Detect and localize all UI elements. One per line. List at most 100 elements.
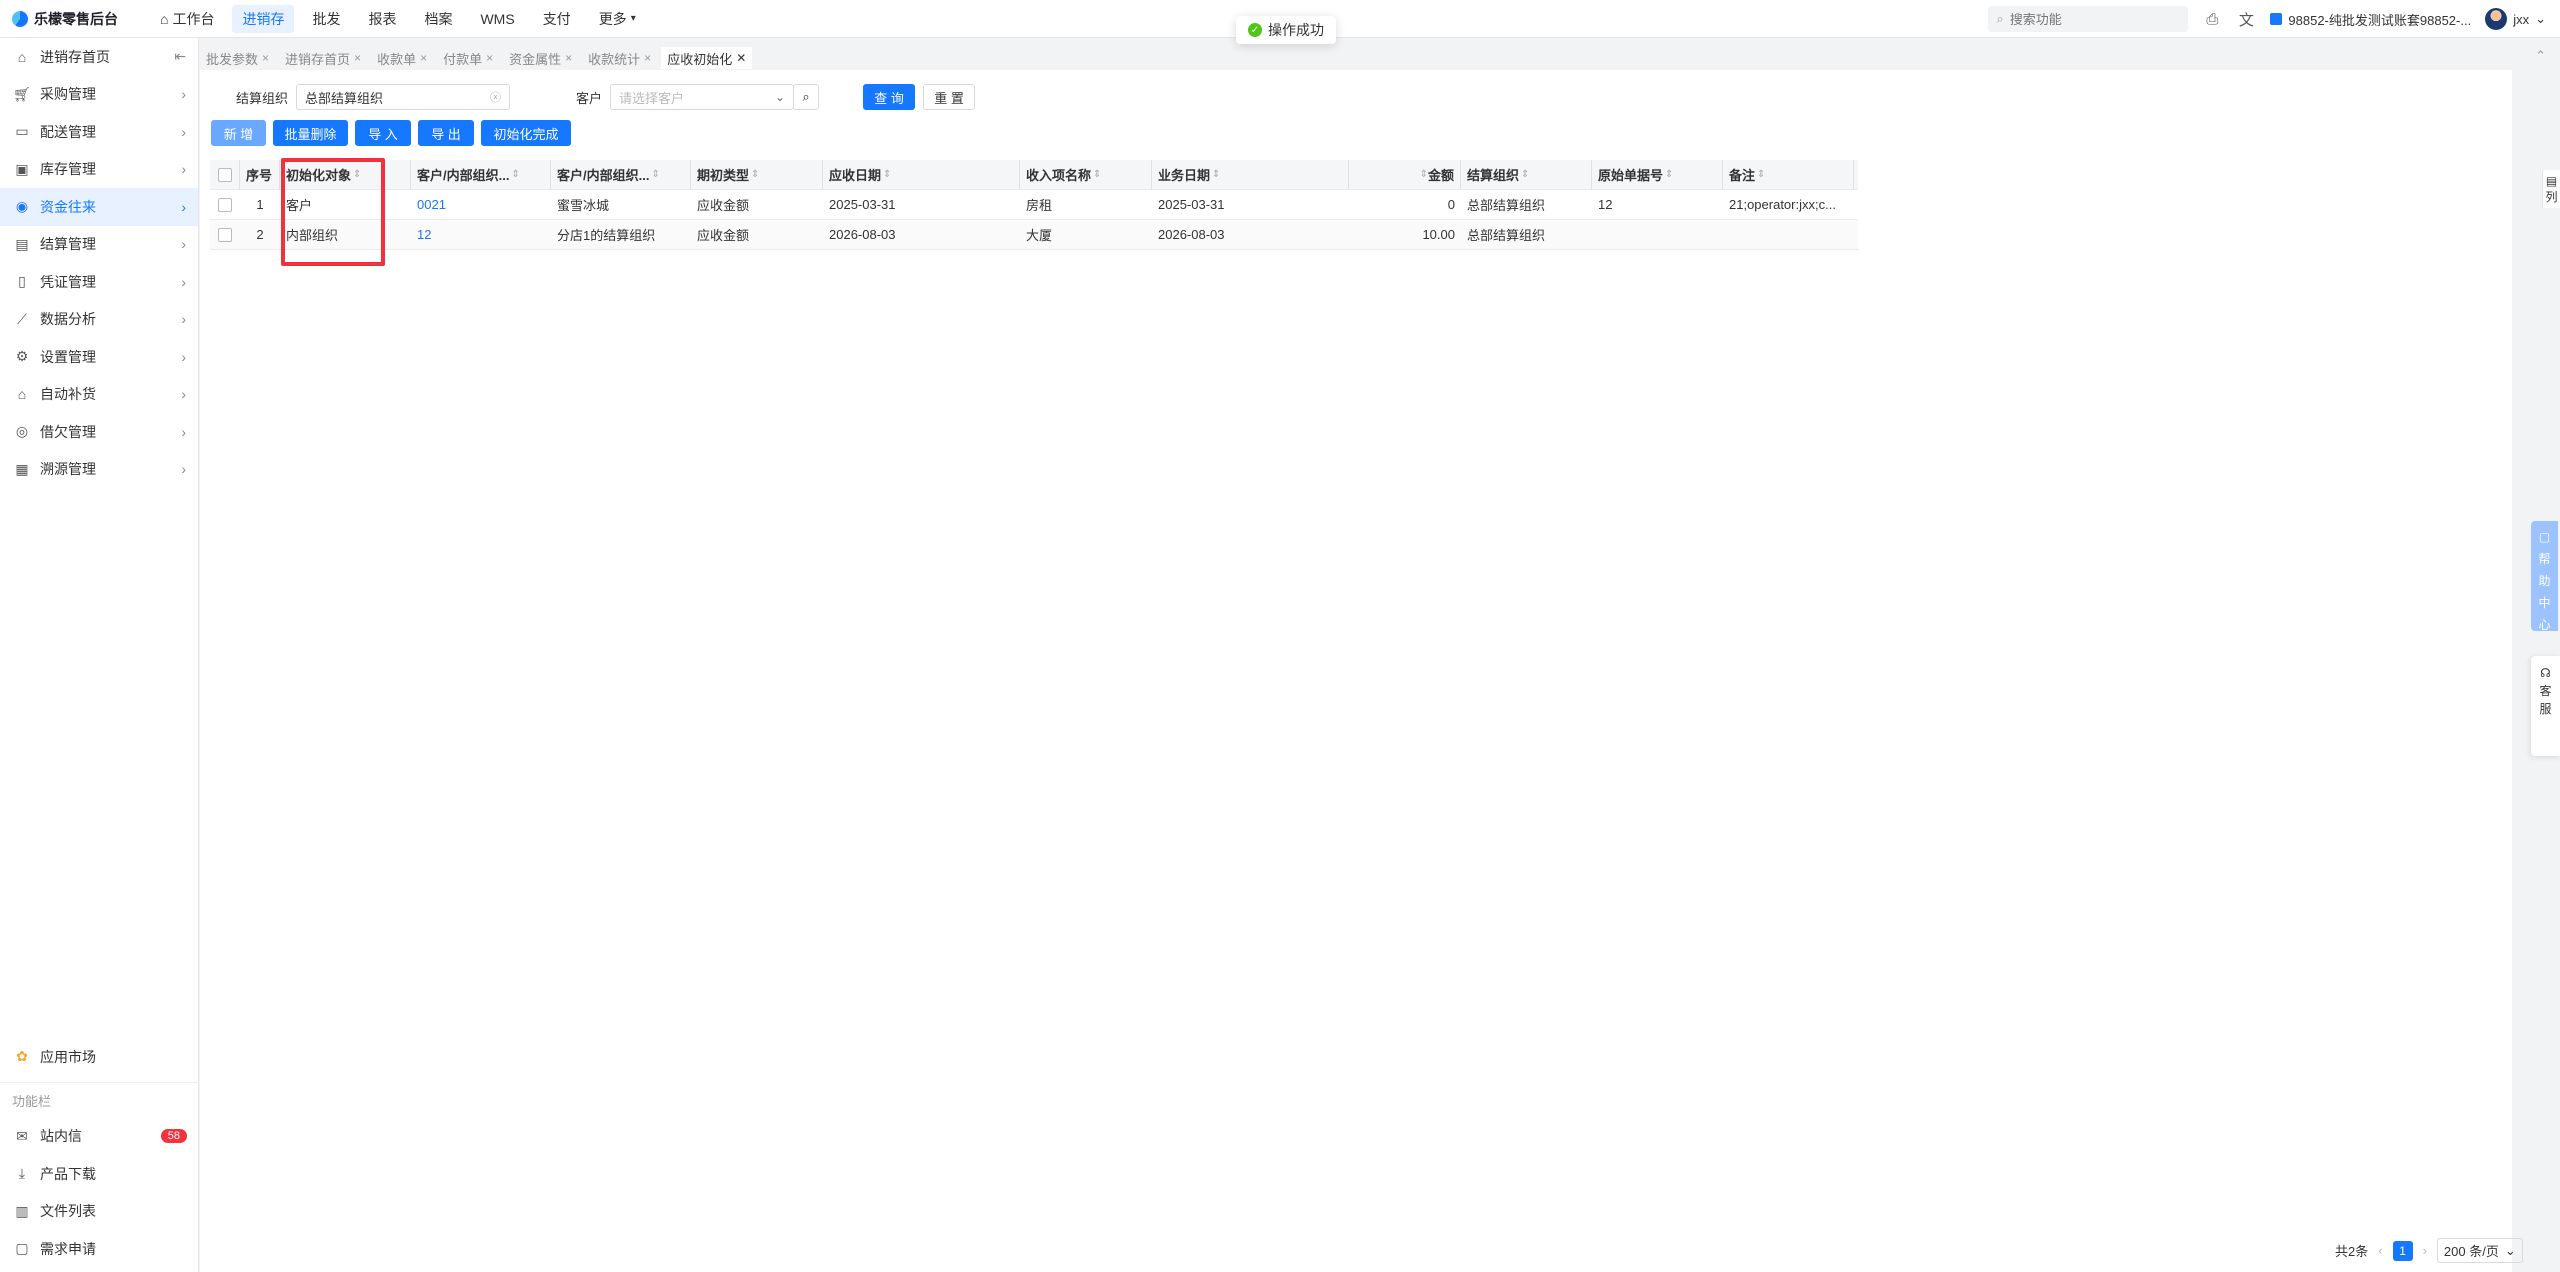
close-icon[interactable]: × bbox=[420, 51, 427, 65]
reset-button[interactable]: 重 置 bbox=[923, 84, 976, 110]
close-icon[interactable]: × bbox=[644, 51, 651, 65]
customer-filter-select[interactable]: 请选择客户 ⌄ bbox=[610, 84, 795, 110]
col-header-init-object[interactable]: 初始化对象 ⇕ bbox=[280, 160, 411, 189]
prev-page-icon[interactable]: ‹ bbox=[2378, 1243, 2382, 1258]
cell-customer-code-link[interactable]: 0021 bbox=[411, 190, 551, 219]
col-header-business-date[interactable]: 业务日期 ⇕ bbox=[1152, 160, 1349, 189]
nav-inventory[interactable]: 进销存 bbox=[232, 4, 295, 33]
translate-icon[interactable]: 文 bbox=[2236, 9, 2256, 29]
org-filter-select[interactable]: 总部结算组织 ⓧ bbox=[296, 84, 511, 110]
export-button[interactable]: 导 出 bbox=[418, 120, 474, 146]
sidebar-item-requests[interactable]: ▢ 需求申请 bbox=[0, 1230, 199, 1268]
help-center-button[interactable]: ▢ 帮 助 中 心 bbox=[2531, 521, 2558, 632]
pagination: 共2条 ‹ 1 › 200 条/页 ⌄ bbox=[2335, 1238, 2523, 1263]
app-logo[interactable]: 乐檬零售后台 bbox=[0, 9, 140, 29]
nav-archive[interactable]: 档案 bbox=[414, 5, 462, 33]
row-checkbox[interactable] bbox=[218, 227, 232, 242]
column-settings-button[interactable]: ▤ 列 bbox=[2542, 170, 2560, 208]
table-row[interactable]: 1 客户 0021 蜜雪冰城 应收金额 2025-03-31 房租 2025-0… bbox=[210, 190, 1858, 220]
import-button[interactable]: 导 入 bbox=[355, 120, 411, 146]
close-icon[interactable]: × bbox=[354, 51, 361, 65]
col-header-income-item[interactable]: 收入项名称 ⇕ bbox=[1020, 160, 1152, 189]
tab-receipts[interactable]: 收款单 × bbox=[371, 47, 434, 69]
sidebar-item-funds[interactable]: ◉ 资金往来 › bbox=[0, 188, 198, 226]
sidebar-item-analytics[interactable]: ⟋ 数据分析 › bbox=[0, 301, 198, 339]
col-header-settlement-org[interactable]: 结算组织 ⇕ bbox=[1461, 160, 1592, 189]
sort-icon[interactable]: ⇕ bbox=[511, 169, 519, 180]
sort-icon[interactable]: ⇕ bbox=[1420, 169, 1428, 180]
col-header-customer-code[interactable]: 客户/内部组织... ⇕ bbox=[411, 160, 551, 189]
sidebar-item-app-market[interactable]: ✿ 应用市场 bbox=[0, 1038, 199, 1076]
chevron-right-icon: › bbox=[181, 311, 186, 328]
sidebar-item-downloads[interactable]: ⤓ 产品下载 bbox=[0, 1155, 199, 1193]
sidebar-item-debt[interactable]: ◎ 借欠管理 › bbox=[0, 413, 198, 451]
function-search[interactable]: ⌕ bbox=[1988, 6, 2189, 32]
sidebar-item-messages[interactable]: ✉ 站内信 58 bbox=[0, 1118, 199, 1156]
sort-icon[interactable]: ⇕ bbox=[751, 169, 759, 180]
close-icon[interactable]: × bbox=[565, 51, 572, 65]
query-button[interactable]: 查 询 bbox=[863, 84, 916, 110]
sidebar-item-purchase[interactable]: 🛒︎ 采购管理 › bbox=[0, 76, 198, 114]
add-button[interactable]: 新 增 bbox=[211, 120, 266, 146]
sort-icon[interactable]: ⇕ bbox=[1665, 169, 1673, 180]
collapse-sidebar-icon[interactable]: ⇤ bbox=[174, 48, 186, 65]
batch-delete-button[interactable]: 批量删除 bbox=[273, 120, 348, 146]
cell-customer-code-link[interactable]: 12 bbox=[411, 220, 551, 249]
col-header-customer-name[interactable]: 客户/内部组织... ⇕ bbox=[551, 160, 691, 189]
sidebar-item-files[interactable]: ▥ 文件列表 bbox=[0, 1193, 199, 1231]
next-page-icon[interactable]: › bbox=[2423, 1243, 2427, 1258]
tab-payments[interactable]: 付款单 × bbox=[437, 47, 500, 69]
cell-receivable-date: 2026-08-03 bbox=[829, 227, 896, 242]
tab-receipt-stats[interactable]: 收款统计 × bbox=[582, 47, 658, 69]
col-header-initial-type[interactable]: 期初类型 ⇕ bbox=[691, 160, 823, 189]
sort-icon[interactable]: ⇕ bbox=[883, 169, 891, 180]
sort-icon[interactable]: ⇕ bbox=[1521, 169, 1529, 180]
page-size-select[interactable]: 200 条/页 ⌄ bbox=[2436, 1238, 2523, 1263]
sidebar-item-inventory-home[interactable]: ⌂ 进销存首页 ⇤ bbox=[0, 38, 198, 76]
close-icon[interactable]: × bbox=[486, 51, 493, 65]
tab-receivable-init[interactable]: 应收初始化 ✕ bbox=[661, 47, 753, 69]
nav-reports[interactable]: 报表 bbox=[358, 5, 406, 33]
col-header-amount[interactable]: ⇕ 金额 bbox=[1349, 160, 1461, 189]
nav-wholesale[interactable]: 批发 bbox=[302, 5, 350, 33]
tab-fund-attributes[interactable]: 资金属性 × bbox=[503, 47, 579, 69]
col-header-receivable-date[interactable]: 应收日期 ⇕ bbox=[823, 160, 1020, 189]
tab-inventory-home[interactable]: 进销存首页 × bbox=[279, 47, 368, 69]
nav-wms[interactable]: WMS bbox=[470, 7, 524, 31]
col-label: 期初类型 bbox=[697, 168, 750, 183]
customer-service-button[interactable]: ☊ 客 服 bbox=[2531, 656, 2560, 756]
sidebar-item-replenish[interactable]: ⌂ 自动补货 › bbox=[0, 376, 198, 414]
sidebar-item-stock[interactable]: ▣ 库存管理 › bbox=[0, 151, 198, 189]
close-icon[interactable]: ✕ bbox=[736, 51, 746, 65]
nav-workbench[interactable]: ⌂ 工作台 bbox=[150, 5, 224, 33]
sort-icon[interactable]: ⇕ bbox=[1212, 169, 1220, 180]
org-switcher[interactable]: 98852-纯批发测试账套98852-... bbox=[2270, 10, 2471, 29]
sort-icon[interactable]: ⇕ bbox=[651, 169, 659, 180]
col-header-original-doc[interactable]: 原始单据号 ⇕ bbox=[1592, 160, 1723, 189]
sidebar-item-settlement[interactable]: ▤ 结算管理 › bbox=[0, 226, 198, 264]
chevron-up-icon[interactable]: ⌃ bbox=[2535, 48, 2546, 64]
init-complete-button[interactable]: 初始化完成 bbox=[481, 120, 571, 146]
function-search-input[interactable] bbox=[2009, 11, 2170, 27]
tab-label: 应收初始化 bbox=[667, 51, 733, 67]
clear-icon[interactable]: ⓧ bbox=[490, 89, 501, 105]
select-all-checkbox[interactable] bbox=[217, 167, 232, 182]
col-header-remark[interactable]: 备注 ⇕ bbox=[1723, 160, 1854, 189]
customer-search-button[interactable]: ⌕ bbox=[793, 84, 820, 110]
sidebar-item-distribution[interactable]: ▭ 配送管理 › bbox=[0, 113, 198, 151]
table-row[interactable]: 2 内部组织 12 分店1的结算组织 应收金额 2026-08-03 大厦 20… bbox=[210, 220, 1858, 250]
user-menu[interactable]: jxx ⌄ bbox=[2485, 8, 2546, 30]
nav-payment[interactable]: 支付 bbox=[533, 5, 581, 33]
nav-more[interactable]: 更多 ▾ bbox=[589, 5, 646, 33]
printer-icon[interactable]: ⎙ bbox=[2202, 9, 2222, 29]
sort-icon[interactable]: ⇕ bbox=[1757, 169, 1765, 180]
sidebar-item-voucher[interactable]: ▯ 凭证管理 › bbox=[0, 263, 198, 301]
current-page[interactable]: 1 bbox=[2392, 1240, 2413, 1261]
tab-wholesale-params[interactable]: 批发参数 × bbox=[200, 47, 276, 69]
sidebar-item-trace[interactable]: ▦ 溯源管理 › bbox=[0, 451, 198, 489]
row-checkbox[interactable] bbox=[218, 197, 232, 212]
close-icon[interactable]: × bbox=[262, 51, 269, 65]
sidebar-item-settings[interactable]: ⚙︎ 设置管理 › bbox=[0, 338, 198, 376]
sort-icon[interactable]: ⇕ bbox=[353, 169, 361, 180]
sort-icon[interactable]: ⇕ bbox=[1093, 169, 1101, 180]
